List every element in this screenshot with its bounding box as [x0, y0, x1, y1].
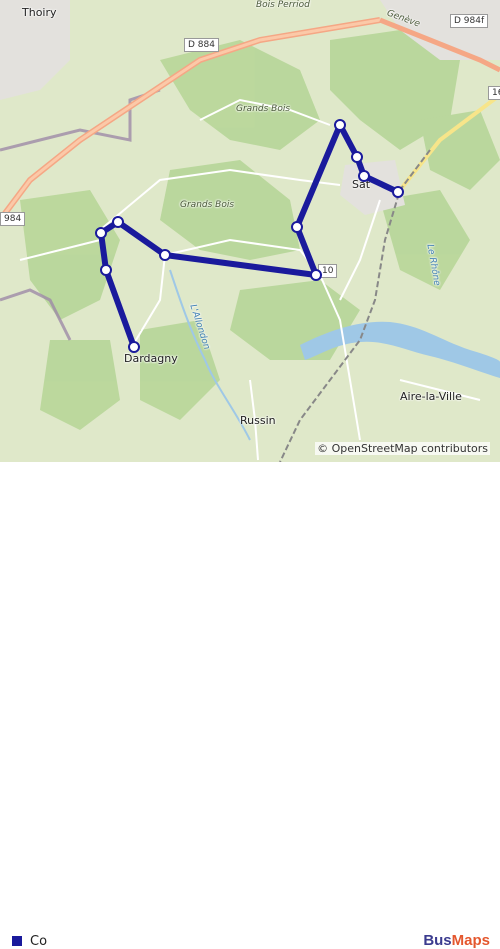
bus-stop[interactable]	[112, 216, 124, 228]
bus-route-layer	[95, 119, 404, 353]
legend-route-label: Co	[30, 934, 48, 949]
bus-stop[interactable]	[159, 249, 171, 261]
legend-color-swatch	[12, 936, 22, 946]
map-canvas[interactable]: Thoiry Bois Perriod Genève Grands Bois G…	[0, 0, 500, 462]
bus-stop[interactable]	[100, 264, 112, 276]
bus-stop[interactable]	[334, 119, 346, 131]
legend-footer: Co BusMaps	[0, 462, 500, 949]
bus-stop[interactable]	[291, 221, 303, 233]
brand-part2: Maps	[451, 932, 490, 949]
map-attribution[interactable]: © OpenStreetMap contributors	[315, 442, 490, 455]
bus-stop[interactable]	[310, 269, 322, 281]
bus-stop[interactable]	[95, 227, 107, 239]
bus-stop[interactable]	[128, 341, 140, 353]
brand-part1: Bus	[423, 932, 452, 949]
bus-stop[interactable]	[358, 170, 370, 182]
bus-stop[interactable]	[392, 186, 404, 198]
busmaps-logo[interactable]: BusMaps	[423, 932, 490, 949]
bus-stop[interactable]	[351, 151, 363, 163]
